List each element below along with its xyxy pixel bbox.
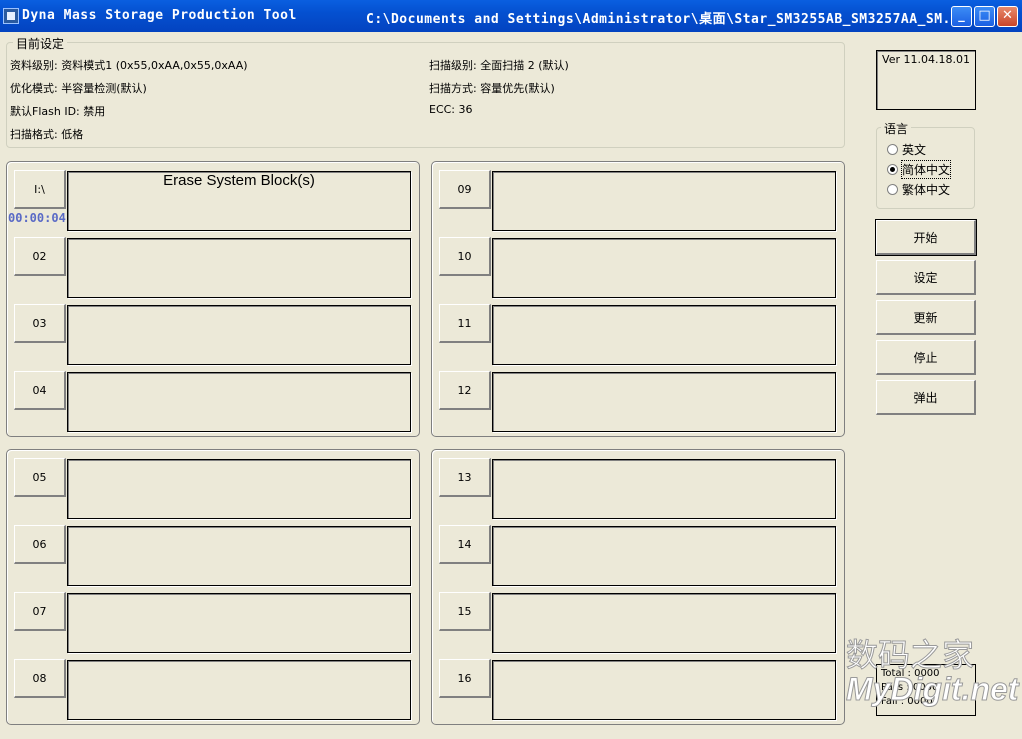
language-radio-simplified-chinese[interactable]: 简体中文 <box>887 160 952 179</box>
port-button-15[interactable]: 15 <box>439 592 491 631</box>
version-label: Ver 11.04.18.01 <box>882 53 970 66</box>
close-button[interactable]: ✕ <box>997 6 1018 27</box>
port-button-03[interactable]: 03 <box>14 304 66 343</box>
scan-method-label: 扫描方式: 容量优先(默认) <box>429 82 555 95</box>
port-button-14[interactable]: 14 <box>439 525 491 564</box>
radio-icon <box>887 144 898 155</box>
port-status-07 <box>67 593 411 653</box>
port-status-16 <box>492 660 836 720</box>
ecc-label: ECC: 36 <box>429 103 473 116</box>
update-button[interactable]: 更新 <box>876 300 976 335</box>
window-path: C:\Documents and Settings\Administrator\… <box>366 12 968 27</box>
port-status-04 <box>67 372 411 432</box>
watermark-line2: MyDigit.net <box>845 671 1019 707</box>
port-status-15 <box>492 593 836 653</box>
port-status-text: Erase System Block(s) <box>163 172 315 189</box>
port-button-10[interactable]: 10 <box>439 237 491 276</box>
port-button-16[interactable]: 16 <box>439 659 491 698</box>
eject-button[interactable]: 弹出 <box>876 380 976 415</box>
watermark: 数码之家 MyDigit.net <box>845 636 1019 707</box>
title-bar[interactable]: Dyna Mass Storage Production Tool C:\Doc… <box>0 0 1022 32</box>
port-status-05 <box>67 459 411 519</box>
port-button-08[interactable]: 08 <box>14 659 66 698</box>
minimize-icon: _ <box>958 8 965 23</box>
start-button[interactable]: 开始 <box>875 219 977 256</box>
close-icon: ✕ <box>1002 8 1013 23</box>
language-radio-traditional-chinese[interactable]: 繁体中文 <box>887 181 950 198</box>
optimize-mode-label: 优化模式: 半容量检测(默认) <box>10 82 147 95</box>
stop-button[interactable]: 停止 <box>876 340 976 375</box>
port-button-06[interactable]: 06 <box>14 525 66 564</box>
port-status-13 <box>492 459 836 519</box>
data-level-label: 资料级别: 资料模式1 (0x55,0xAA,0x55,0xAA) <box>10 59 248 72</box>
default-flash-id-label: 默认Flash ID: 禁用 <box>10 105 106 118</box>
scan-format-label: 扫描格式: 低格 <box>10 128 84 141</box>
minimize-button[interactable]: _ <box>951 6 972 27</box>
port-button-11[interactable]: 11 <box>439 304 491 343</box>
port-status-02 <box>67 238 411 298</box>
settings-legend: 目前设定 <box>13 35 68 52</box>
language-legend: 语言 <box>881 120 912 137</box>
port-status-11 <box>492 305 836 365</box>
port-status-08 <box>67 660 411 720</box>
port-button-01[interactable]: I:\ <box>14 170 66 209</box>
version-box: Ver 11.04.18.01 <box>876 50 976 110</box>
port-button-04[interactable]: 04 <box>14 371 66 410</box>
maximize-button[interactable]: □ <box>974 6 995 27</box>
maximize-icon: □ <box>978 8 991 23</box>
settings-button[interactable]: 设定 <box>876 260 976 295</box>
language-radio-english[interactable]: 英文 <box>887 141 926 158</box>
port-button-13[interactable]: 13 <box>439 458 491 497</box>
app-icon <box>3 8 19 24</box>
port-status-06 <box>67 526 411 586</box>
window-title: Dyna Mass Storage Production Tool <box>22 8 297 23</box>
scan-level-label: 扫描级别: 全面扫描 2 (默认) <box>429 59 569 72</box>
port-status-03 <box>67 305 411 365</box>
port-status-01: Erase System Block(s) <box>67 171 411 231</box>
port-status-12 <box>492 372 836 432</box>
port-status-14 <box>492 526 836 586</box>
port-button-12[interactable]: 12 <box>439 371 491 410</box>
port-button-09[interactable]: 09 <box>439 170 491 209</box>
port-status-10 <box>492 238 836 298</box>
port-button-02[interactable]: 02 <box>14 237 66 276</box>
port-status-09 <box>492 171 836 231</box>
port-button-07[interactable]: 07 <box>14 592 66 631</box>
radio-icon <box>887 184 898 195</box>
port-button-05[interactable]: 05 <box>14 458 66 497</box>
radio-selected-icon <box>887 164 898 175</box>
port-timer-01: 00:00:04 <box>8 211 66 225</box>
watermark-line1: 数码之家 <box>845 636 975 674</box>
